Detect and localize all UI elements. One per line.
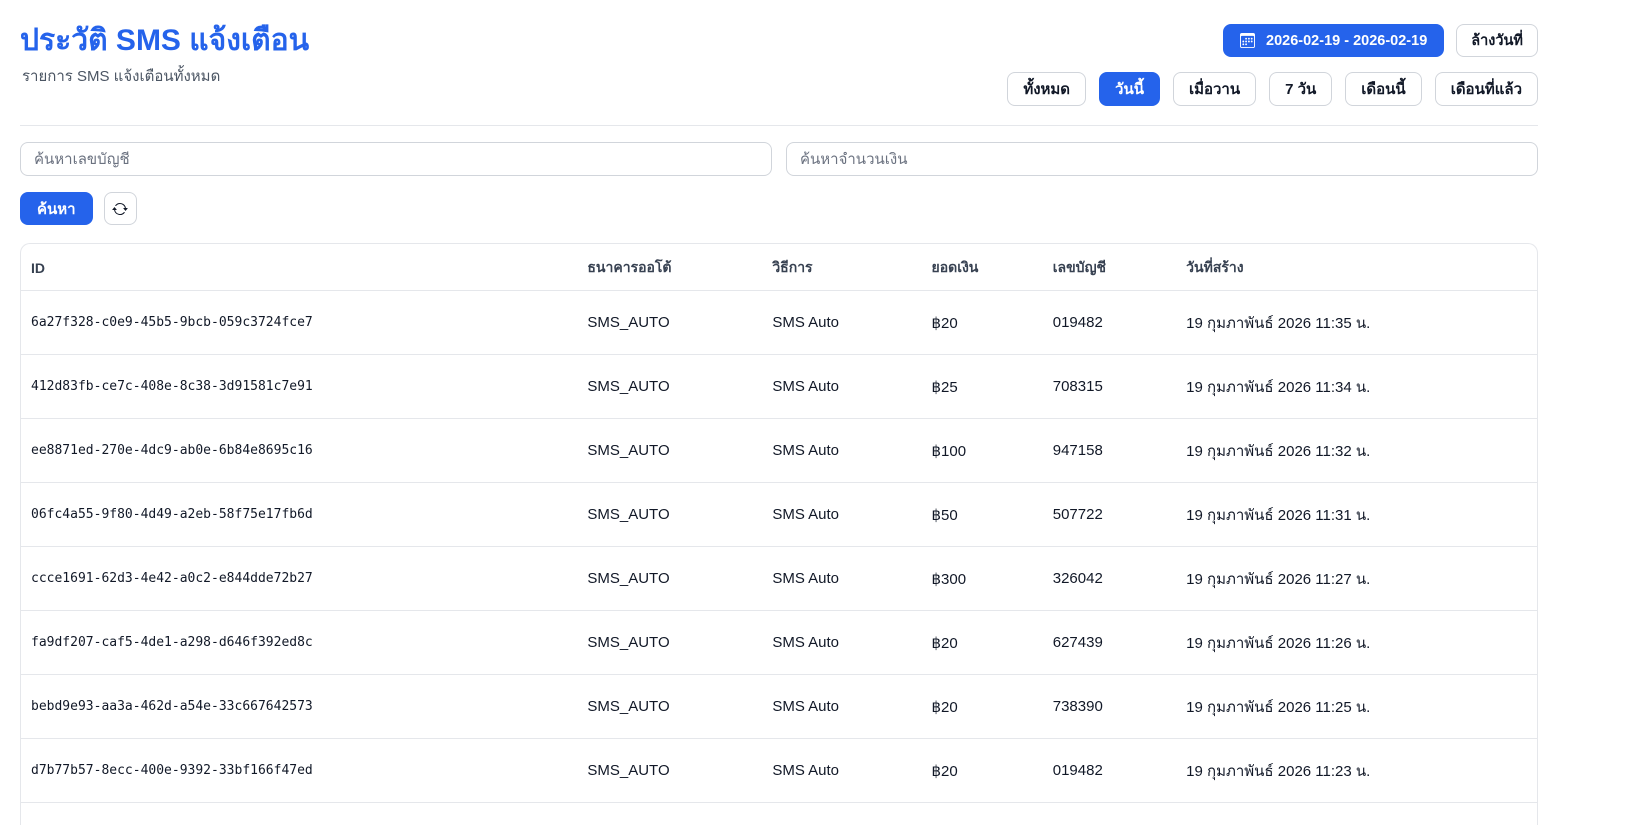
calendar-icon <box>1240 33 1255 48</box>
table-row: 06fc4a55-9f80-4d49-a2eb-58f75e17fb6dSMS_… <box>21 483 1537 547</box>
action-row: ค้นหา <box>20 192 1538 225</box>
table-row: 6a27f328-c0e9-45b5-9bcb-059c3724fce7SMS_… <box>21 291 1537 355</box>
cell-account: 019482 <box>1043 291 1176 355</box>
cell-method: SMS Auto <box>762 675 921 739</box>
date-range-button[interactable]: 2026-02-19 - 2026-02-19 <box>1223 24 1444 57</box>
cell-id: fa9df207-caf5-4de1-a298-d646f392ed8c <box>21 611 577 675</box>
cell-created: 19 กุมภาพันธ์ 2026 11:35 น. <box>1176 291 1537 355</box>
quick-filter-1[interactable]: วันนี้ <box>1099 72 1160 106</box>
header-divider <box>20 125 1538 126</box>
cell-bank: SMS_AUTO <box>577 291 762 355</box>
cell-bank: SMS_AUTO <box>577 419 762 483</box>
amount-search-input[interactable] <box>786 142 1538 176</box>
sms-history-table-container: IDธนาคารออโต้วิธีการยอดเงินเลขบัญชีวันที… <box>20 243 1538 825</box>
column-header-bank: ธนาคารออโต้ <box>577 244 762 291</box>
sms-history-table: IDธนาคารออโต้วิธีการยอดเงินเลขบัญชีวันที… <box>21 244 1537 825</box>
table-row: fa9df207-caf5-4de1-a298-d646f392ed8cSMS_… <box>21 611 1537 675</box>
cell-id: 412d83fb-ce7c-408e-8c38-3d91581c7e91 <box>21 355 577 419</box>
cell-method: SMS Auto <box>762 291 921 355</box>
quick-filter-4[interactable]: เดือนนี้ <box>1345 72 1421 106</box>
cell-id: d7b77b57-8ecc-400e-9392-33bf166f47ed <box>21 739 577 803</box>
cell-account: 708315 <box>1043 355 1176 419</box>
date-range-label: 2026-02-19 - 2026-02-19 <box>1266 33 1427 49</box>
clear-date-button[interactable]: ล้างวันที่ <box>1456 24 1538 57</box>
title-block: ประวัติ SMS แจ้งเตือน รายการ SMS แจ้งเตื… <box>20 24 309 88</box>
date-range-row: 2026-02-19 - 2026-02-19 ล้างวันที่ <box>1223 24 1538 57</box>
cell-method: SMS Auto <box>762 419 921 483</box>
table-row: ee8871ed-270e-4dc9-ab0e-6b84e8695c16SMS_… <box>21 419 1537 483</box>
cell-created: 19 กุมภาพันธ์ 2026 11:27 น. <box>1176 547 1537 611</box>
date-controls: 2026-02-19 - 2026-02-19 ล้างวันที่ ทั้งห… <box>1007 24 1538 106</box>
cell-bank: SMS_AUTO <box>577 611 762 675</box>
column-header-account: เลขบัญชี <box>1043 244 1176 291</box>
cell-bank: SMS_AUTO <box>577 739 762 803</box>
table-header-row: IDธนาคารออโต้วิธีการยอดเงินเลขบัญชีวันที… <box>21 244 1537 291</box>
refresh-icon <box>112 201 128 217</box>
quick-filter-2[interactable]: เมื่อวาน <box>1173 72 1256 106</box>
cell-method: SMS Auto <box>762 611 921 675</box>
cell-amount: ฿300 <box>921 547 1042 611</box>
cell-id: 06fc4a55-9f80-4d49-a2eb-58f75e17fb6d <box>21 483 577 547</box>
page-header: ประวัติ SMS แจ้งเตือน รายการ SMS แจ้งเตื… <box>20 0 1538 106</box>
cell-created: 19 กุมภาพันธ์ 2026 11:34 น. <box>1176 355 1537 419</box>
column-header-amount: ยอดเงิน <box>921 244 1042 291</box>
cell-created: 19 กุมภาพันธ์ 2026 11:23 น. <box>1176 739 1537 803</box>
account-search-input[interactable] <box>20 142 772 176</box>
cell-bank: SMS_AUTO <box>577 675 762 739</box>
cell-id: 6a27f328-c0e9-45b5-9bcb-059c3724fce7 <box>21 291 577 355</box>
table-row: bebd9e93-aa3a-462d-a54e-33c667642573SMS_… <box>21 675 1537 739</box>
cell-amount: ฿50 <box>921 483 1042 547</box>
cell-method: SMS Auto <box>762 547 921 611</box>
cell-account: 627439 <box>1043 611 1176 675</box>
cell-account: 507722 <box>1043 483 1176 547</box>
cell-id: ee8871ed-270e-4dc9-ab0e-6b84e8695c16 <box>21 419 577 483</box>
refresh-button[interactable] <box>104 192 137 225</box>
cell-account: 738390 <box>1043 675 1176 739</box>
cell-id: ccce1691-62d3-4e42-a0c2-e844dde72b27 <box>21 547 577 611</box>
cell-created: 19 กุมภาพันธ์ 2026 11:26 น. <box>1176 611 1537 675</box>
quick-filter-0[interactable]: ทั้งหมด <box>1007 72 1086 106</box>
cell-amount: ฿20 <box>921 675 1042 739</box>
cell-amount: ฿20 <box>921 291 1042 355</box>
column-header-method: วิธีการ <box>762 244 921 291</box>
page-title: ประวัติ SMS แจ้งเตือน <box>20 24 309 58</box>
table-row: 412d83fb-ce7c-408e-8c38-3d91581c7e91SMS_… <box>21 355 1537 419</box>
cell-created: 19 กุมภาพันธ์ 2026 11:31 น. <box>1176 483 1537 547</box>
cell-amount: ฿20 <box>921 611 1042 675</box>
cell-account: 326042 <box>1043 547 1176 611</box>
search-row <box>20 142 1538 176</box>
cell-bank: SMS_AUTO <box>577 355 762 419</box>
cell-id: bebd9e93-aa3a-462d-a54e-33c667642573 <box>21 675 577 739</box>
cell-account: 019482 <box>1043 739 1176 803</box>
column-header-id: ID <box>21 244 577 291</box>
quick-filter-group: ทั้งหมด วันนี้ เมื่อวาน 7 วัน เดือนนี้ เดือนท… <box>1007 72 1538 106</box>
cell-created: 19 กุมภาพันธ์ 2026 11:25 น. <box>1176 675 1537 739</box>
cell-amount: ฿20 <box>921 739 1042 803</box>
cell-created: 19 กุมภาพันธ์ 2026 11:32 น. <box>1176 419 1537 483</box>
cell-method: SMS Auto <box>762 739 921 803</box>
column-header-created: วันที่สร้าง <box>1176 244 1537 291</box>
cell-account: 947158 <box>1043 419 1176 483</box>
table-row: d7b77b57-8ecc-400e-9392-33bf166f47edSMS_… <box>21 739 1537 803</box>
cell-method: SMS Auto <box>762 355 921 419</box>
page-subtitle: รายการ SMS แจ้งเตือนทั้งหมด <box>22 64 309 88</box>
sms-history-page: ประวัติ SMS แจ้งเตือน รายการ SMS แจ้งเตื… <box>0 0 1636 825</box>
search-button[interactable]: ค้นหา <box>20 192 93 225</box>
cell-bank: SMS_AUTO <box>577 547 762 611</box>
cell-method: SMS Auto <box>762 483 921 547</box>
table-row: ccce1691-62d3-4e42-a0c2-e844dde72b27SMS_… <box>21 547 1537 611</box>
quick-filter-5[interactable]: เดือนที่แล้ว <box>1435 72 1538 106</box>
cell-amount: ฿100 <box>921 419 1042 483</box>
quick-filter-3[interactable]: 7 วัน <box>1269 72 1332 106</box>
cell-bank: SMS_AUTO <box>577 483 762 547</box>
cell-amount: ฿25 <box>921 355 1042 419</box>
table-row-partial <box>21 803 1537 825</box>
table-body: 6a27f328-c0e9-45b5-9bcb-059c3724fce7SMS_… <box>21 291 1537 825</box>
